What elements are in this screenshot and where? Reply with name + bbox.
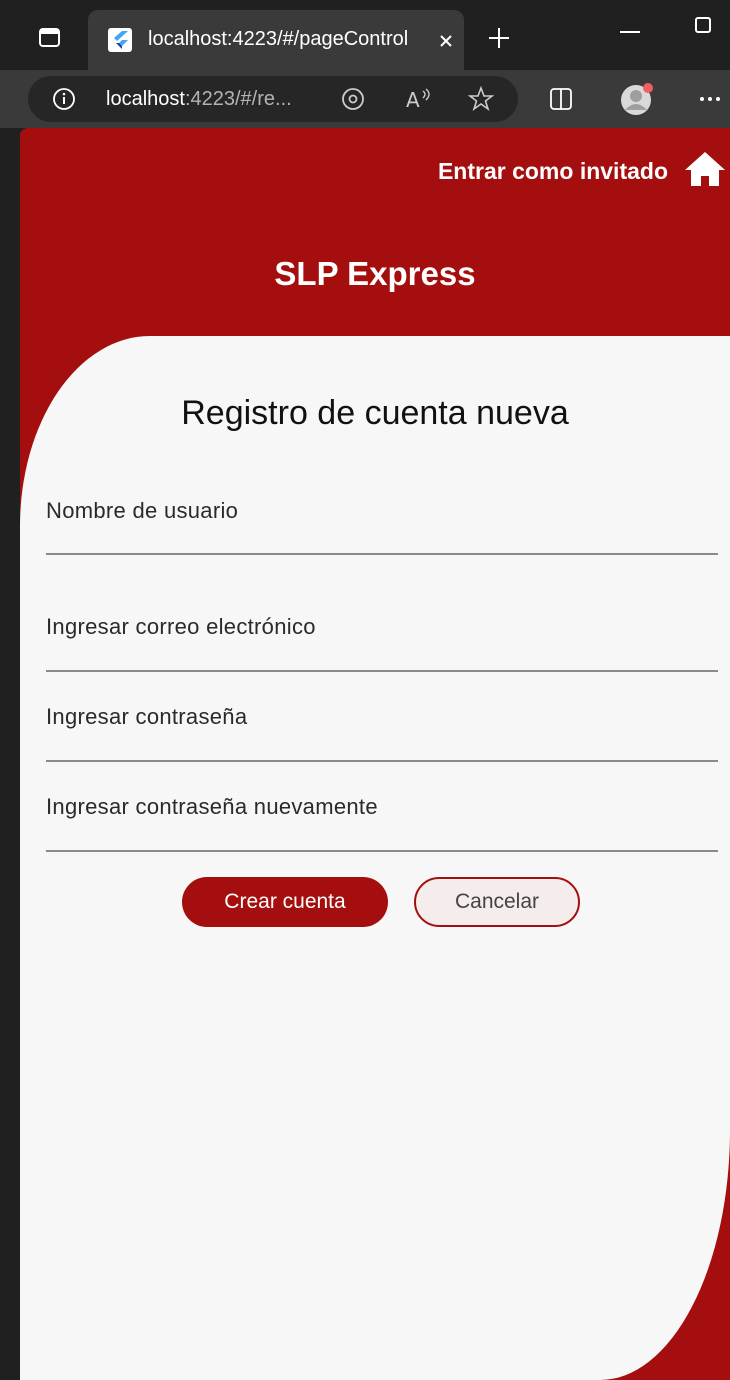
close-tab-icon[interactable] <box>438 33 454 49</box>
new-tab-icon[interactable] <box>487 26 511 50</box>
confirm-password-label: Ingresar contraseña nuevamente <box>46 794 378 819</box>
more-options-icon[interactable] <box>698 92 724 106</box>
username-field[interactable]: Nombre de usuario <box>46 490 718 560</box>
browser-toolbar: localhost:4223/#/re... A <box>0 70 730 128</box>
tab-actions-icon[interactable] <box>38 26 62 50</box>
home-icon[interactable] <box>684 150 726 188</box>
browser-tab[interactable]: localhost:4223/#/pageControl <box>88 10 464 70</box>
password-underline <box>46 760 718 762</box>
password-field[interactable]: Ingresar contraseña <box>46 698 718 768</box>
tab-title: localhost:4223/#/pageControl <box>148 28 409 50</box>
app-viewport: Entrar como invitado SLP Express Registr… <box>20 128 730 1380</box>
create-account-button[interactable]: Crear cuenta <box>182 877 388 927</box>
cancel-button[interactable]: Cancelar <box>414 877 580 927</box>
username-underline <box>46 553 718 555</box>
location-icon[interactable] <box>340 86 366 112</box>
info-icon[interactable] <box>52 87 76 111</box>
url-host: localhost <box>106 88 185 110</box>
username-label: Nombre de usuario <box>46 498 239 523</box>
password-label: Ingresar contraseña <box>46 704 248 729</box>
email-field[interactable]: Ingresar correo electrónico <box>46 608 718 678</box>
read-aloud-icon[interactable]: A <box>404 86 434 112</box>
minimize-icon[interactable] <box>618 20 642 44</box>
email-underline <box>46 670 718 672</box>
browser-tab-strip: localhost:4223/#/pageControl <box>0 0 730 70</box>
split-screen-icon[interactable] <box>548 86 574 112</box>
maximize-icon[interactable] <box>694 16 714 36</box>
flutter-favicon <box>108 28 132 52</box>
confirm-password-underline <box>46 850 718 852</box>
svg-text:A: A <box>406 88 420 112</box>
app-brand-title: SLP Express <box>274 255 476 292</box>
address-bar[interactable]: localhost:4223/#/re... A <box>28 76 518 122</box>
url-text: localhost:4223/#/re... <box>106 88 292 111</box>
url-path: :4223/#/re... <box>184 88 292 110</box>
favorite-star-icon[interactable] <box>468 86 494 112</box>
email-label: Ingresar correo electrónico <box>46 614 316 639</box>
form-title: Registro de cuenta nueva <box>181 394 569 432</box>
registration-card: Registro de cuenta nueva Nombre de usuar… <box>20 336 730 1380</box>
guest-login-link[interactable]: Entrar como invitado <box>438 158 668 185</box>
confirm-password-field[interactable]: Ingresar contraseña nuevamente <box>46 788 718 858</box>
profile-avatar[interactable] <box>618 80 658 118</box>
